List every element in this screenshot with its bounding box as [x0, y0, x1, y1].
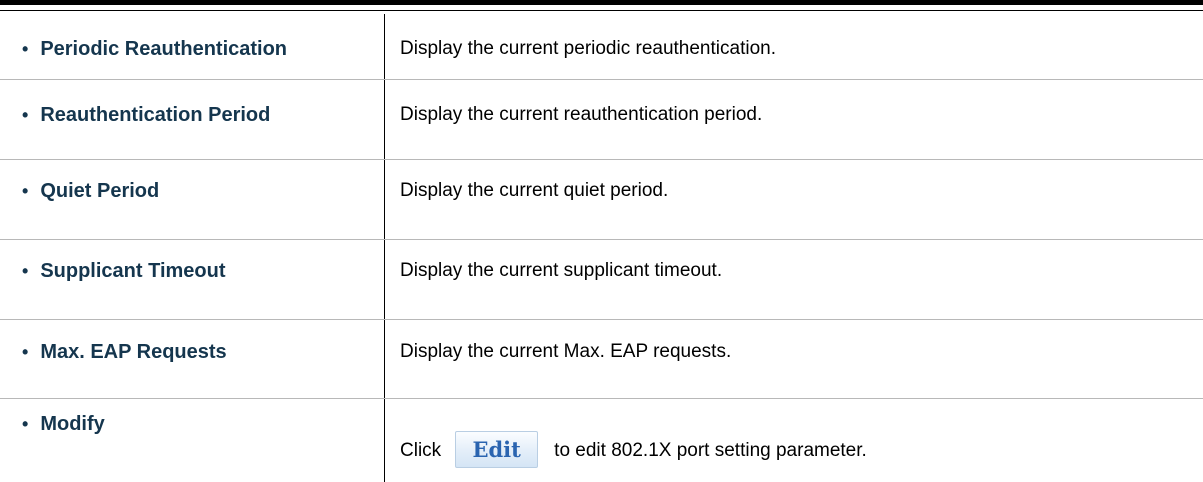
term-label: Periodic Reauthentication	[40, 38, 288, 60]
term-label: Reauthentication Period	[40, 104, 271, 126]
term-max-eap-requests: • Max. EAP Requests	[22, 341, 227, 364]
bullet-icon: •	[22, 181, 29, 201]
term-supplicant-timeout: • Supplicant Timeout	[22, 260, 226, 283]
description-periodic-reauthentication: Display the current periodic reauthentic…	[400, 38, 776, 59]
term-quiet-period: • Quiet Period	[22, 180, 159, 203]
table-row-modify: • Modify Click Edit to edit 802.1X port s…	[0, 399, 1203, 482]
bullet-icon: •	[22, 342, 29, 362]
description-modify: Click Edit to edit 802.1X port setting p…	[400, 425, 867, 468]
edit-button[interactable]: Edit	[455, 431, 539, 468]
description-reauthentication-period: Display the current reauthentication per…	[400, 104, 763, 125]
bullet-icon: •	[22, 414, 29, 434]
term-periodic-reauthentication: • Periodic Reauthentication	[22, 38, 287, 61]
description-max-eap-requests: Display the current Max. EAP requests.	[400, 341, 732, 362]
top-rule-thin	[0, 10, 1203, 11]
table-row-supplicant-timeout: • Supplicant Timeout Display the current …	[0, 240, 1203, 320]
term-modify: • Modify	[22, 413, 105, 436]
description-supplicant-timeout: Display the current supplicant timeout.	[400, 260, 723, 281]
bullet-icon: •	[22, 105, 29, 125]
top-rule	[0, 0, 1203, 14]
term-label: Max. EAP Requests	[40, 341, 227, 363]
modify-suffix-text: to edit 802.1X port setting parameter.	[554, 440, 867, 461]
table-row-reauthentication-period: • Reauthentication Period Display the cur…	[0, 80, 1203, 160]
table-row-quiet-period: • Quiet Period Display the current quiet …	[0, 160, 1203, 240]
click-text: Click	[400, 440, 442, 461]
description-quiet-period: Display the current quiet period.	[400, 180, 669, 201]
top-rule-thick	[0, 0, 1203, 5]
term-label: Supplicant Timeout	[40, 260, 226, 282]
table-row-periodic-reauthentication: • Periodic Reauthentication Display the c…	[0, 14, 1203, 80]
term-label: Quiet Period	[40, 180, 160, 202]
term-label: Modify	[40, 413, 105, 435]
term-reauthentication-period: • Reauthentication Period	[22, 104, 270, 127]
table-row-max-eap-requests: • Max. EAP Requests Display the current M…	[0, 320, 1203, 399]
bullet-icon: •	[22, 39, 29, 59]
bullet-icon: •	[22, 261, 29, 281]
